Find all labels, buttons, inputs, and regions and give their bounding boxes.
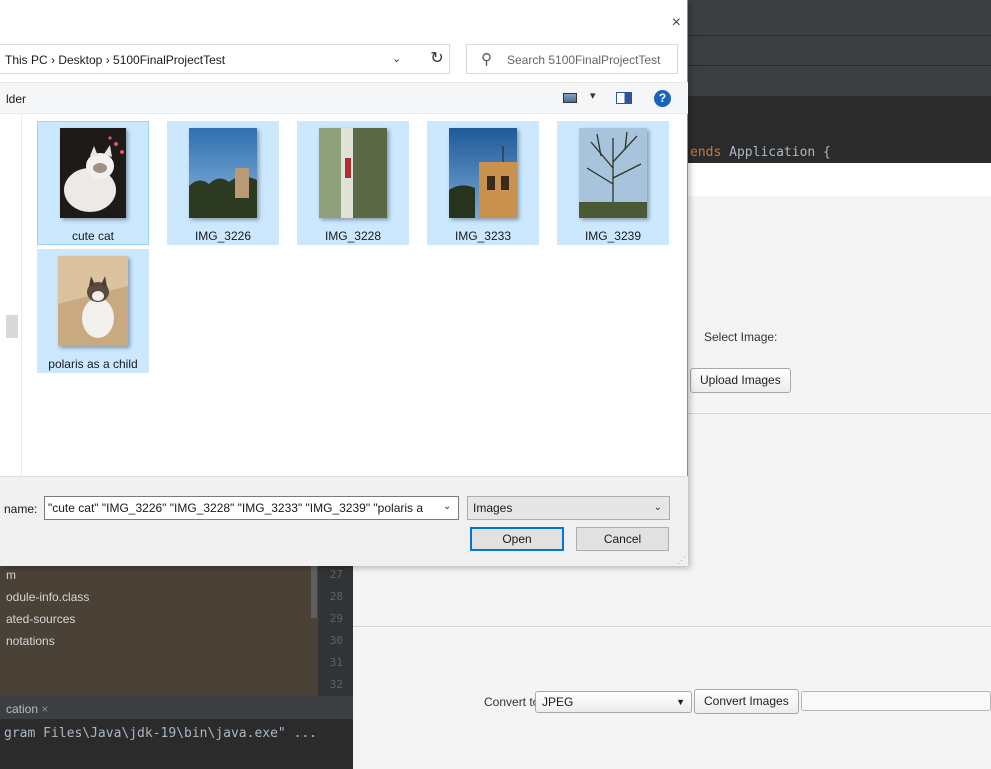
image-thumbnail-room [319, 128, 387, 218]
new-folder-button[interactable]: lder [6, 92, 26, 106]
command-bar: lder ▾ ? [0, 82, 688, 114]
divider [353, 626, 991, 627]
file-item[interactable]: IMG_3239 [557, 121, 669, 245]
file-name: cute cat [71, 229, 115, 243]
run-console: gram Files\Java\jdk-19\bin\java.exe" ... [0, 720, 353, 769]
line-number: 28 [329, 590, 343, 603]
chevron-down-icon[interactable]: ▾ [590, 89, 596, 102]
scrollbar-thumb[interactable] [311, 566, 317, 618]
file-item[interactable]: polaris as a child [37, 249, 149, 373]
select-image-label: Select Image: [704, 330, 778, 344]
file-type-select[interactable]: Images ⌄ [467, 496, 670, 520]
run-tab[interactable]: cation × [6, 702, 48, 716]
file-open-dialog: × This PC › Desktop › 5100FinalProjectTe… [0, 0, 688, 566]
console-output: gram Files\Java\jdk-19\bin\java.exe" ... [4, 726, 318, 741]
help-icon[interactable]: ? [654, 90, 671, 107]
image-thumbnail-cat-box [58, 256, 128, 346]
format-select[interactable]: JPEG ▼ [535, 691, 692, 713]
close-icon[interactable]: × [41, 702, 48, 716]
format-select-value: JPEG [542, 695, 574, 709]
code-text: Application { [721, 145, 831, 160]
refresh-icon[interactable]: ↻ [422, 44, 452, 74]
file-item[interactable]: cute cat [37, 121, 149, 245]
chevron-down-icon: ▼ [676, 697, 685, 707]
image-thumbnail-building [449, 128, 517, 218]
navigation-pane [0, 114, 22, 476]
project-tree-item[interactable]: ated-sources [6, 612, 75, 626]
project-tree-item[interactable]: odule-info.class [6, 590, 89, 604]
ide-toolbar [688, 0, 991, 36]
file-name: IMG_3228 [324, 229, 382, 243]
close-icon[interactable]: × [672, 14, 681, 32]
file-item[interactable]: IMG_3226 [167, 121, 279, 245]
upload-images-button[interactable]: Upload Images [690, 368, 791, 393]
view-options-icon[interactable] [563, 93, 577, 103]
code-keyword: ends [690, 145, 722, 160]
file-name: IMG_3233 [454, 229, 512, 243]
line-number: 27 [329, 568, 343, 581]
convert-images-button[interactable]: Convert Images [694, 689, 799, 714]
chevron-down-icon: ⌄ [653, 502, 662, 513]
code-line: ends Application { [690, 145, 831, 160]
progress-bar [801, 691, 991, 711]
ide-tabbar [688, 36, 991, 66]
search-placeholder: Search 5100FinalProjectTest [507, 53, 661, 67]
nav-selection[interactable] [6, 315, 18, 338]
address-bar[interactable]: This PC › Desktop › 5100FinalProjectTest… [0, 44, 450, 74]
image-thumbnail-sky [189, 128, 257, 218]
line-number: 30 [329, 634, 343, 647]
line-number: 29 [329, 612, 343, 625]
open-button[interactable]: Open [470, 527, 564, 551]
chevron-down-icon[interactable]: ⌄ [443, 501, 451, 512]
file-name: polaris as a child [48, 357, 138, 371]
run-tab-label: cation [6, 702, 39, 716]
dialog-footer [0, 476, 688, 566]
chevron-down-icon[interactable]: ⌄ [392, 52, 401, 65]
search-input[interactable]: ⚲ Search 5100FinalProjectTest [466, 44, 678, 74]
file-item[interactable]: IMG_3233 [427, 121, 539, 245]
file-type-value: Images [473, 501, 513, 515]
project-panel [0, 566, 318, 696]
file-name-label: name: [4, 502, 38, 516]
app-window [688, 196, 991, 769]
search-icon: ⚲ [481, 51, 492, 68]
image-thumbnail-cat [60, 128, 126, 218]
file-name: IMG_3226 [194, 229, 252, 243]
image-thumbnail-tree [579, 128, 647, 218]
ide-breadcrumb-bar [688, 66, 991, 96]
cancel-button[interactable]: Cancel [576, 527, 669, 551]
line-number: 32 [329, 678, 343, 691]
run-tabbar: cation × [0, 696, 353, 720]
divider [688, 413, 991, 414]
convert-to-label: Convert to: [484, 695, 543, 709]
project-tree-item[interactable]: m [6, 568, 16, 582]
line-number: 31 [329, 656, 343, 669]
preview-pane-icon[interactable] [616, 92, 632, 104]
file-name: IMG_3239 [584, 229, 642, 243]
line-number-gutter: 27 28 29 30 31 32 [318, 566, 353, 696]
file-item[interactable]: IMG_3228 [297, 121, 409, 245]
file-name-input[interactable]: "cute cat" "IMG_3226" "IMG_3228" "IMG_32… [44, 496, 459, 520]
project-tree-item[interactable]: notations [6, 634, 55, 648]
breadcrumb[interactable]: This PC › Desktop › 5100FinalProjectTest [5, 53, 225, 67]
resize-grip-icon[interactable]: ⋰ [677, 555, 686, 566]
app-window-lower [353, 566, 688, 769]
